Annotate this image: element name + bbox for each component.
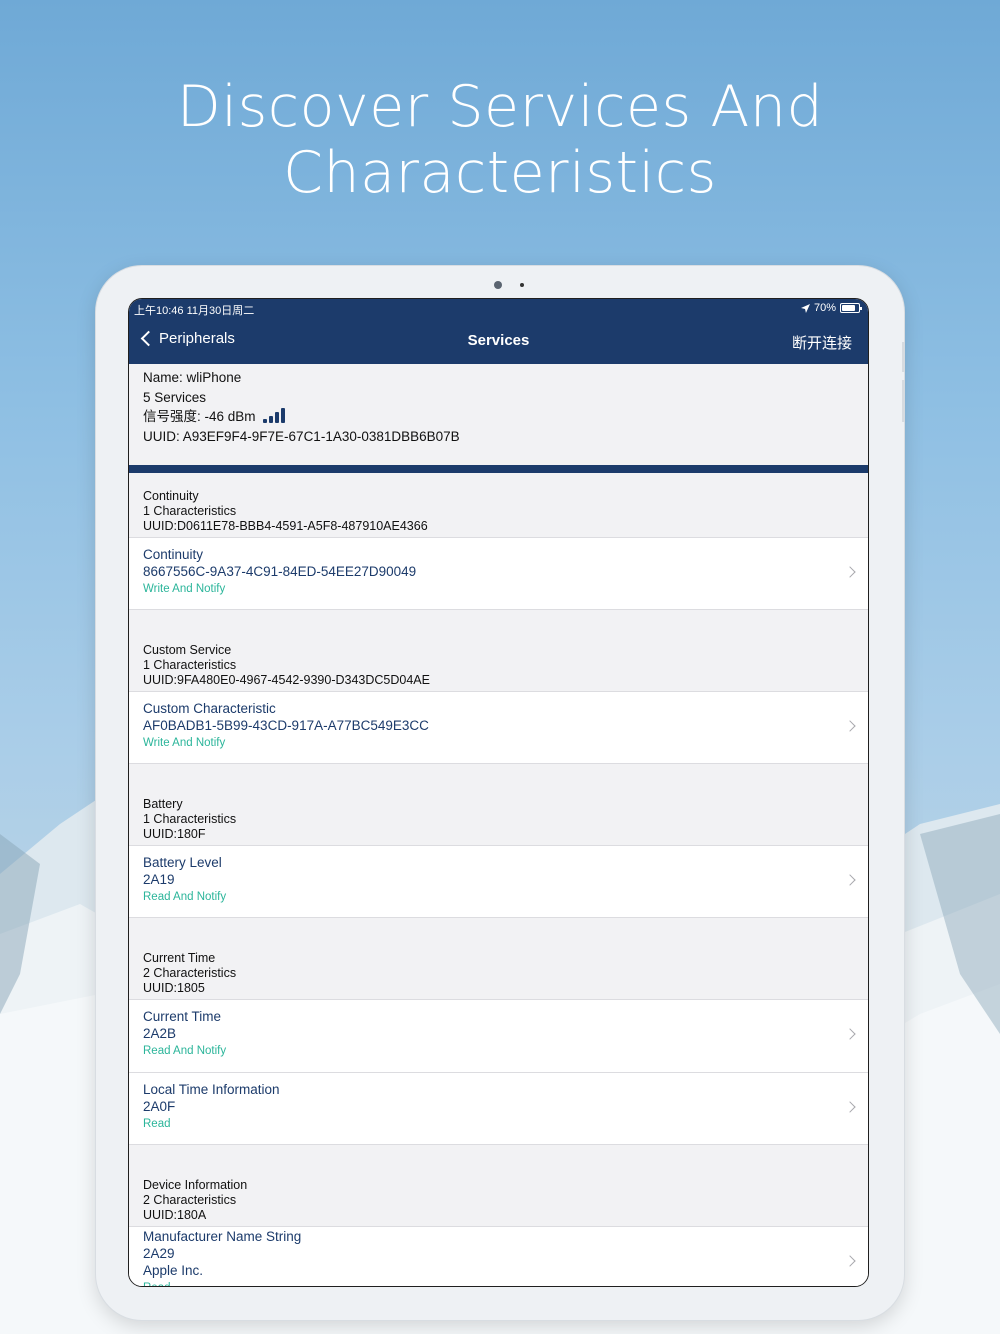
service-uuid: UUID:9FA480E0-4967-4542-9390-D343DC5D04A… [143, 673, 430, 687]
service-characteristics-count: 1 Characteristics [143, 812, 237, 826]
characteristic-properties: Read [143, 1279, 854, 1286]
status-time: 上午10:46 11月30日周二 [134, 305, 255, 317]
characteristic-properties: Write And Notify [143, 737, 226, 749]
headline: Discover Services And Characteristics [176, 74, 824, 206]
side-button [902, 342, 905, 372]
front-camera [494, 281, 502, 289]
service-characteristics-count: 1 Characteristics [143, 658, 237, 672]
camera-sensor [520, 283, 524, 287]
characteristic-value: Apple Inc. [143, 1263, 204, 1278]
characteristic-properties: Read [143, 1118, 171, 1130]
characteristic-name: Manufacturer Name String [143, 1229, 302, 1244]
characteristic-name: Battery Level [143, 855, 222, 870]
battery-percent: 70% [813, 302, 836, 314]
section-divider [129, 465, 868, 473]
characteristic-row[interactable]: Current Time 2A2B Read And Notify [129, 999, 868, 1072]
service-name: Continuity [143, 489, 199, 503]
status-indicators: 70% [800, 302, 862, 314]
service-header: Current Time 2 Characteristics UUID:1805 [129, 918, 868, 999]
characteristic-uuid: 2A29 [143, 1246, 175, 1261]
service-header: Continuity 1 Characteristics UUID:D0611E… [129, 473, 868, 537]
characteristic-name: Continuity [143, 547, 204, 562]
service-name: Battery [143, 797, 183, 811]
characteristic-row[interactable]: Custom Characteristic AF0BADB1-5B99-43CD… [129, 691, 868, 764]
page-title: Services [467, 332, 530, 349]
characteristic-properties: Read And Notify [143, 1045, 227, 1057]
service-header: Device Information 2 Characteristics UUI… [129, 1145, 868, 1226]
signal-strength-row: 信号强度: -46 dBm [143, 407, 854, 427]
characteristic-uuid: 8667556C-9A37-4C91-84ED-54EE27D90049 [143, 564, 417, 579]
service-uuid: UUID:1805 [143, 981, 205, 995]
characteristic-properties: Read And Notify [143, 891, 227, 903]
service-uuid: UUID:D0611E78-BBB4-4591-A5F8-487910AE436… [143, 519, 428, 533]
navigation-bar: 上午10:46 11月30日周二 70% Peripherals Service… [129, 299, 868, 364]
characteristic-row[interactable]: Continuity 8667556C-9A37-4C91-84ED-54EE2… [129, 537, 868, 610]
peripheral-name: Name: wliPhone [143, 370, 242, 385]
service-name: Custom Service [143, 643, 232, 657]
characteristic-name: Custom Characteristic [143, 701, 276, 716]
signal-strength: 信号强度: -46 dBm [143, 409, 256, 424]
service-characteristics-count: 2 Characteristics [143, 1193, 237, 1207]
service-uuid: UUID:180F [143, 827, 206, 841]
characteristic-uuid: AF0BADB1-5B99-43CD-917A-A77BC549E3CC [143, 718, 429, 733]
service-uuid: UUID:180A [143, 1208, 207, 1222]
side-button [902, 380, 905, 422]
characteristic-row[interactable]: Local Time Information 2A0F Read [129, 1072, 868, 1145]
service-header: Battery 1 Characteristics UUID:180F [129, 764, 868, 845]
peripheral-uuid: UUID: A93EF9F4-9F7E-67C1-1A30-0381DBB6B0… [143, 428, 460, 444]
disconnect-button[interactable]: 断开连接 [792, 332, 852, 353]
service-name: Current Time [143, 951, 216, 965]
status-bar: 上午10:46 11月30日周二 70% [129, 302, 868, 318]
service-characteristics-count: 2 Characteristics [143, 966, 237, 980]
services-list: Continuity 1 Characteristics UUID:D0611E… [129, 473, 868, 1286]
characteristic-row[interactable]: Battery Level 2A19 Read And Notify [129, 845, 868, 918]
service-characteristics-count: 1 Characteristics [143, 504, 237, 518]
service-name: Device Information [143, 1178, 248, 1192]
app-screen: 上午10:46 11月30日周二 70% Peripherals Service… [128, 298, 869, 1287]
location-arrow-icon [800, 303, 810, 313]
characteristic-name: Current Time [143, 1009, 222, 1024]
characteristic-name: Local Time Information [143, 1082, 280, 1097]
battery-icon [840, 303, 862, 313]
characteristic-uuid: 2A19 [143, 872, 175, 887]
characteristic-uuid: 2A0F [143, 1099, 176, 1114]
services-count: 5 Services [143, 389, 207, 405]
signal-bars-icon [263, 408, 286, 423]
characteristic-properties: Write And Notify [143, 583, 226, 595]
characteristic-row[interactable]: Manufacturer Name String 2A29 Apple Inc.… [129, 1226, 868, 1286]
peripheral-info: Name: wliPhone 5 Services 信号强度: -46 dBm … [129, 364, 868, 465]
service-header: Custom Service 1 Characteristics UUID:9F… [129, 610, 868, 691]
characteristic-uuid: 2A2B [143, 1026, 177, 1041]
